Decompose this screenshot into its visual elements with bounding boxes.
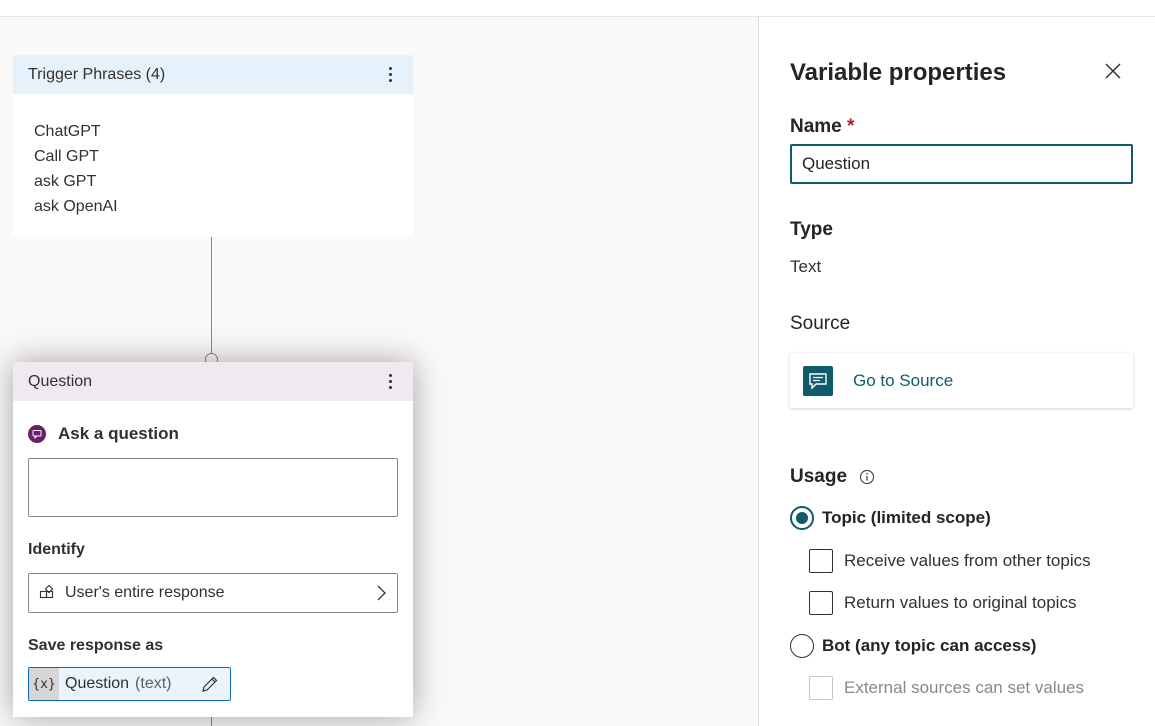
go-to-source-card[interactable]: Go to Source (790, 353, 1133, 408)
trigger-phrases-card[interactable]: Trigger Phrases (4) ChatGPT Call GPT ask… (13, 55, 413, 237)
variable-properties-panel: Variable properties Name * Type Text Sou… (758, 17, 1155, 726)
trigger-phrase: ChatGPT (34, 123, 101, 140)
go-to-source-link[interactable]: Go to Source (853, 371, 953, 391)
ask-question-label: Ask a question (58, 424, 179, 443)
usage-option-topic[interactable]: Topic (limited scope) (790, 506, 991, 530)
variable-name: Question (65, 675, 130, 692)
chevron-right-icon (375, 584, 387, 602)
top-bar (0, 0, 1155, 17)
kebab-menu-icon[interactable] (382, 65, 398, 85)
usage-option-bot[interactable]: Bot (any topic can access) (790, 634, 1036, 658)
identify-value: User's entire response (65, 584, 225, 601)
save-response-label: Save response as (28, 637, 164, 654)
radio-bot-label: Bot (any topic can access) (822, 636, 1037, 655)
question-card-header: Question (13, 362, 413, 401)
identify-selector[interactable]: User's entire response (28, 573, 398, 613)
checkbox-row-external: External sources can set values (809, 676, 1084, 700)
type-value: Text (790, 257, 822, 276)
node-connector (211, 237, 212, 355)
info-icon[interactable] (859, 469, 875, 485)
panel-title: Variable properties (790, 59, 1007, 86)
trigger-phrase-list: ChatGPT Call GPT ask GPT ask OpenAI (13, 94, 413, 219)
checkbox-return-label: Return values to original topics (844, 593, 1077, 612)
pencil-icon[interactable] (200, 674, 220, 694)
message-source-icon (803, 365, 833, 396)
checkbox-external-label: External sources can set values (844, 678, 1085, 697)
checkbox-receive-values[interactable] (809, 549, 833, 573)
name-label: Name * (790, 116, 854, 138)
chat-question-icon (28, 425, 46, 443)
usage-header: Usage (790, 466, 875, 488)
radio-bot[interactable] (790, 634, 814, 658)
name-label-text: Name (790, 116, 842, 137)
question-message-input[interactable] (28, 458, 398, 517)
checkbox-row-receive[interactable]: Receive values from other topics (809, 549, 1091, 573)
trigger-phrase: ask OpenAI (34, 198, 118, 215)
trigger-card-title: Trigger Phrases (4) (28, 65, 166, 83)
question-card-title: Question (28, 372, 93, 390)
close-icon[interactable] (1103, 61, 1123, 81)
identify-label: Identify (28, 541, 85, 558)
question-node-card[interactable]: Question Ask a question Identify User's … (13, 362, 413, 717)
kebab-menu-icon[interactable] (382, 372, 398, 392)
checkbox-row-return[interactable]: Return values to original topics (809, 591, 1076, 615)
entity-icon (39, 585, 55, 601)
variable-chip[interactable]: {x} Question (text) (28, 667, 231, 701)
variable-badge-icon: {x} (29, 668, 59, 700)
checkbox-receive-label: Receive values from other topics (844, 551, 1091, 570)
trigger-phrase: ask GPT (34, 173, 97, 190)
radio-selected-dot (796, 512, 808, 524)
variable-type: (text) (135, 675, 172, 692)
required-marker: * (847, 116, 855, 137)
checkbox-return-values[interactable] (809, 591, 833, 615)
trigger-card-header: Trigger Phrases (4) (13, 55, 413, 94)
ask-question-row: Ask a question (28, 424, 179, 444)
radio-topic-label: Topic (limited scope) (822, 508, 991, 527)
variable-name-input[interactable] (790, 144, 1133, 184)
usage-label: Usage (790, 466, 848, 487)
trigger-phrase: Call GPT (34, 148, 99, 165)
type-label: Type (790, 219, 833, 240)
radio-topic[interactable] (790, 506, 814, 530)
checkbox-external-sources (809, 676, 833, 700)
authoring-canvas: Trigger Phrases (4) ChatGPT Call GPT ask… (0, 17, 758, 726)
source-label: Source (790, 313, 851, 334)
node-connector-bottom (211, 717, 212, 726)
